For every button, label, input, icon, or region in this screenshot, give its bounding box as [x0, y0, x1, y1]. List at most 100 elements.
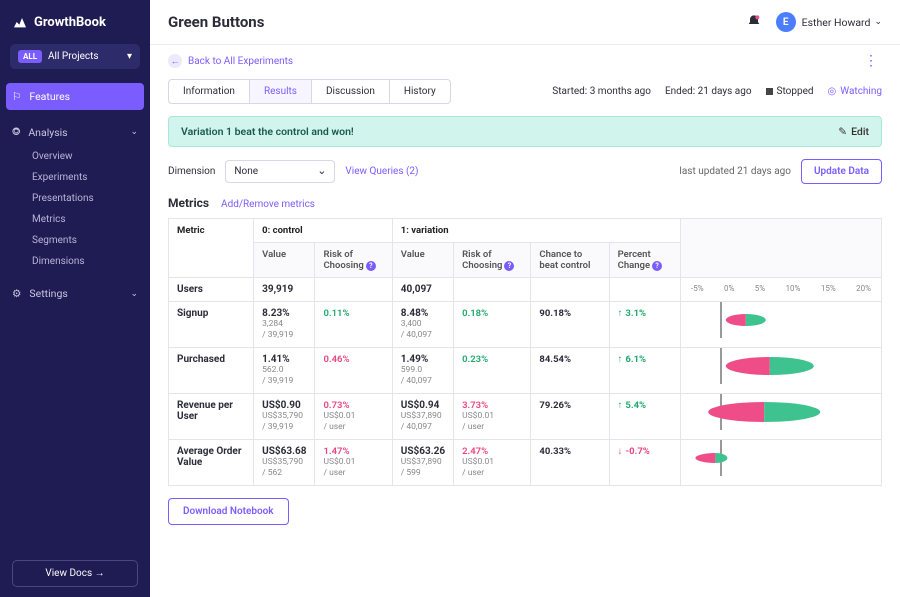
table-row: Revenue per User US$0.90US$35,790/ 39,91…: [169, 394, 882, 440]
dimension-label: Dimension: [168, 166, 215, 177]
change: ↓ -0.7%: [609, 440, 680, 486]
tabs-row: InformationResultsDiscussionHistory Star…: [150, 69, 900, 116]
last-updated: last updated 21 days ago: [679, 166, 791, 177]
metric-name: Signup: [169, 302, 254, 348]
eye-icon: ◎: [828, 86, 837, 97]
violin-cell: [681, 394, 882, 440]
tab-results[interactable]: Results: [250, 80, 312, 103]
table-row: Purchased 1.41%562.0/ 39,919 0.46% 1.49%…: [169, 348, 882, 394]
c1-risk: 3.73%US$0.01/ user: [454, 394, 531, 440]
project-badge: ALL: [18, 50, 42, 63]
col-metric: Metric: [169, 219, 254, 278]
status-badge: Stopped: [766, 86, 814, 97]
c0-value: 1.41%562.0/ 39,919: [254, 348, 315, 394]
ended-label: Ended: 21 days ago: [665, 86, 752, 97]
sidebar-item-metrics[interactable]: Metrics: [0, 209, 150, 230]
col-c1-value: Value: [392, 243, 453, 278]
sidebar-item-overview[interactable]: Overview: [0, 146, 150, 167]
content: Variation 1 beat the control and won! ✎E…: [150, 116, 900, 597]
arrow-left-icon: ←: [168, 54, 182, 68]
stop-icon: [766, 88, 773, 95]
arrow-down-icon: ↓: [618, 446, 623, 457]
tab-history[interactable]: History: [390, 80, 450, 103]
project-selector[interactable]: ALL All Projects ▾: [10, 44, 140, 69]
violin-cell: [681, 348, 882, 394]
sidebar-item-presentations[interactable]: Presentations: [0, 188, 150, 209]
c1-risk: 2.47%US$0.01/ user: [454, 440, 531, 486]
c1-value: 1.49%599.0/ 40,097: [392, 348, 453, 394]
download-notebook-button[interactable]: Download Notebook: [168, 498, 289, 525]
metric-users: Users: [169, 278, 254, 302]
violin-plot: [681, 440, 881, 476]
col-pct: Percent Change?: [609, 243, 680, 278]
c0-risk: 0.73%US$0.01/ user: [315, 394, 392, 440]
table-row: Signup 8.23%3,284/ 39,919 0.11% 8.48%3,4…: [169, 302, 882, 348]
violin-plot: [681, 348, 881, 384]
edit-button[interactable]: ✎Edit: [838, 125, 869, 138]
chevron-down-icon: ⌄: [130, 127, 138, 137]
violin-cell: [681, 440, 882, 486]
chevron-down-icon: ⌄: [874, 17, 882, 27]
c0-risk: 0.46%: [315, 348, 392, 394]
help-icon[interactable]: ?: [652, 261, 662, 271]
c0-value: US$0.90US$35,790/ 39,919: [254, 394, 315, 440]
sidebar: GrowthBook ALL All Projects ▾ ⚐ Features…: [0, 0, 150, 597]
gear-icon: ⚙: [12, 287, 21, 300]
help-icon[interactable]: ?: [366, 261, 376, 271]
nav-analysis[interactable]: ⭗ Analysis ⌄: [0, 118, 150, 146]
logo[interactable]: GrowthBook: [0, 10, 150, 44]
col-c1-risk: Risk of Choosing?: [454, 243, 531, 278]
update-data-button[interactable]: Update Data: [801, 159, 882, 184]
back-link[interactable]: ← Back to All Experiments: [168, 54, 293, 68]
chevron-down-icon: ⌄: [130, 289, 138, 299]
chevron-down-icon: ▾: [127, 51, 132, 62]
users-row: Users 39,919 40,097 -5%0%5%10%15%20%: [169, 278, 882, 302]
chance: 40.33%: [531, 440, 609, 486]
user-menu[interactable]: E Esther Howard ⌄: [776, 12, 882, 32]
change: ↑ 5.4%: [609, 394, 680, 440]
tab-information[interactable]: Information: [169, 80, 250, 103]
c1-value: 8.48%3,400/ 40,097: [392, 302, 453, 348]
bell-icon[interactable]: [746, 14, 762, 30]
c0-risk: 0.11%: [315, 302, 392, 348]
sidebar-item-dimensions[interactable]: Dimensions: [0, 251, 150, 272]
axis-cell: -5%0%5%10%15%20%: [681, 278, 882, 302]
subheader: ← Back to All Experiments ⋮: [150, 45, 900, 69]
arrow-up-icon: ↑: [618, 400, 623, 411]
dimension-select[interactable]: None: [225, 160, 335, 183]
help-icon[interactable]: ?: [504, 261, 514, 271]
tab-discussion[interactable]: Discussion: [312, 80, 390, 103]
users-c0: 39,919: [254, 278, 315, 302]
view-docs-button[interactable]: View Docs →: [12, 560, 138, 587]
col-c0-risk: Risk of Choosing?: [315, 243, 392, 278]
growthbook-icon: [12, 14, 28, 30]
c1-value: US$0.94US$37,890/ 40,097: [392, 394, 453, 440]
violin-plot: [681, 302, 881, 338]
c0-risk: 1.47%US$0.01/ user: [315, 440, 392, 486]
c1-risk: 0.18%: [454, 302, 531, 348]
c1-risk: 0.23%: [454, 348, 531, 394]
metric-name: Purchased: [169, 348, 254, 394]
flag-icon: ⚐: [12, 90, 21, 103]
arrow-up-icon: ↑: [618, 308, 623, 319]
more-menu[interactable]: ⋮: [860, 53, 882, 69]
sidebar-item-segments[interactable]: Segments: [0, 230, 150, 251]
sidebar-item-experiments[interactable]: Experiments: [0, 167, 150, 188]
metric-name: Average Order Value: [169, 440, 254, 486]
nav-settings[interactable]: ⚙ Settings ⌄: [0, 280, 150, 307]
c0-value: 8.23%3,284/ 39,919: [254, 302, 315, 348]
watching-toggle[interactable]: ◎Watching: [828, 86, 882, 97]
brand-name: GrowthBook: [34, 15, 106, 30]
chance: 84.54%: [531, 348, 609, 394]
nav-features[interactable]: ⚐ Features: [6, 83, 144, 110]
col-control: 0: control: [254, 219, 393, 243]
add-remove-metrics-link[interactable]: Add/Remove metrics: [221, 199, 315, 210]
winner-banner: Variation 1 beat the control and won! ✎E…: [168, 116, 882, 147]
topbar: Green Buttons E Esther Howard ⌄: [150, 0, 900, 45]
col-chance: Chance to beat control: [531, 243, 609, 278]
metrics-header: Metrics Add/Remove metrics: [168, 196, 882, 210]
view-queries-link[interactable]: View Queries (2): [345, 166, 418, 177]
violin-cell: [681, 302, 882, 348]
col-c0-value: Value: [254, 243, 315, 278]
pencil-icon: ✎: [838, 125, 847, 138]
